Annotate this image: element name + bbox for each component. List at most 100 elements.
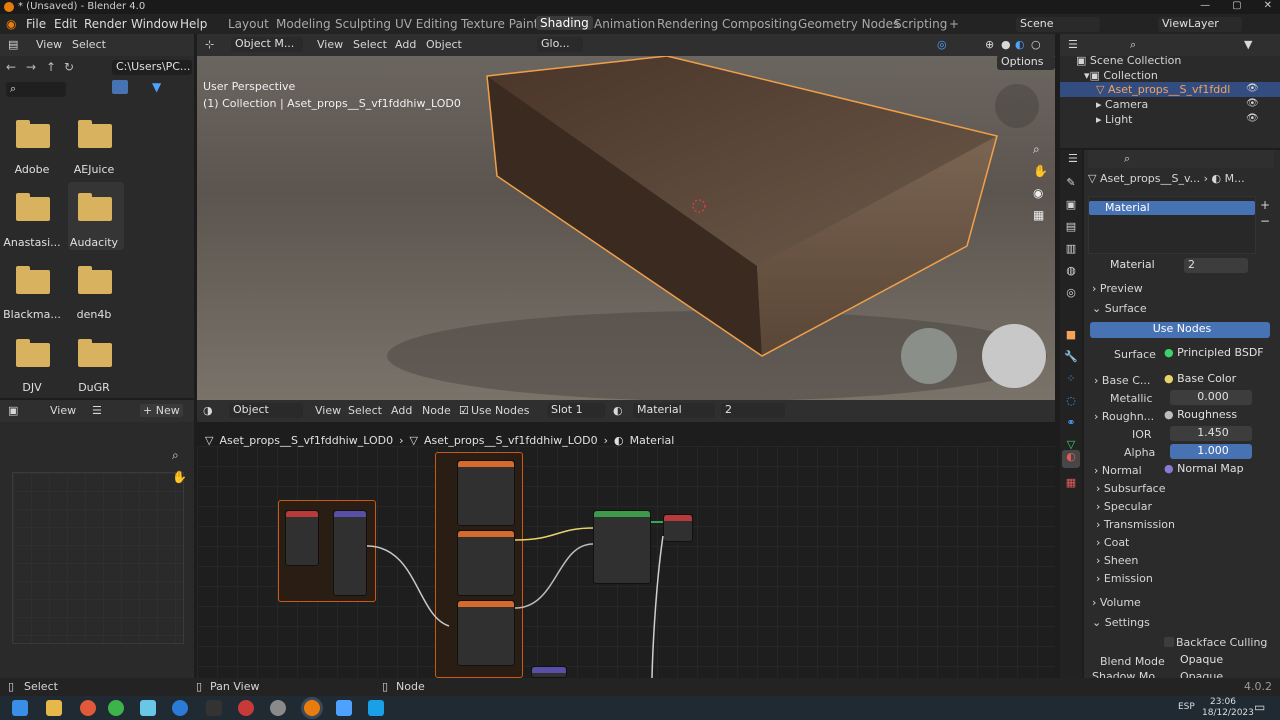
scene-tab-icon[interactable]: ◍ bbox=[1060, 264, 1082, 282]
forward-icon[interactable]: → bbox=[26, 60, 36, 74]
app-icon[interactable] bbox=[368, 700, 384, 716]
notification-icon[interactable]: ▭ bbox=[1254, 700, 1265, 714]
viewport-editor-type-icon[interactable]: ⊹ bbox=[205, 38, 214, 51]
overlay-icon[interactable]: ◎ bbox=[937, 38, 947, 51]
constraints-tab-icon[interactable]: ⚭ bbox=[1060, 416, 1082, 434]
windows-start-icon[interactable] bbox=[12, 700, 28, 716]
output-tab-icon[interactable]: ▤ bbox=[1060, 220, 1082, 238]
render-tab-icon[interactable]: ▣ bbox=[1060, 198, 1082, 216]
material-tab-icon[interactable]: ◐ bbox=[1062, 450, 1080, 468]
ne-menu-select[interactable]: Select bbox=[348, 404, 382, 417]
visibility-eye-icon[interactable]: 👁 bbox=[1246, 98, 1259, 109]
modifier-tab-icon[interactable]: 🔧 bbox=[1060, 350, 1082, 368]
grid-view-icon[interactable]: ▦ bbox=[1033, 208, 1044, 222]
vp-menu-add[interactable]: Add bbox=[395, 38, 416, 51]
parent-dir-icon[interactable]: ↑ bbox=[46, 60, 56, 74]
texture-tab-icon[interactable]: ▦ bbox=[1060, 476, 1082, 494]
mode-selector[interactable]: Object M... bbox=[231, 37, 303, 52]
language-indicator[interactable]: ESP bbox=[1178, 702, 1195, 712]
material-users-field[interactable]: 2 bbox=[1184, 258, 1248, 273]
pan-hand-icon[interactable]: ✋ bbox=[1033, 164, 1048, 178]
blend-mode-dropdown[interactable]: Opaque bbox=[1176, 653, 1270, 668]
section-surface[interactable]: ⌄ Surface bbox=[1092, 302, 1274, 320]
navigation-gizmo[interactable] bbox=[995, 84, 1039, 128]
surface-shader-field[interactable]: ● Principled BSDF bbox=[1160, 346, 1272, 361]
viewlayer-selector[interactable]: ViewLayer bbox=[1158, 17, 1242, 32]
menu-file[interactable]: File bbox=[26, 17, 46, 31]
folder-icon[interactable] bbox=[16, 193, 50, 221]
material-slot-list[interactable]: Material bbox=[1088, 196, 1256, 254]
ior-field[interactable]: 1.450 bbox=[1170, 426, 1252, 441]
world-tab-icon[interactable]: ◎ bbox=[1060, 286, 1082, 304]
visibility-eye-icon[interactable]: 👁 bbox=[1246, 113, 1259, 124]
section-volume[interactable]: › Volume bbox=[1092, 596, 1141, 609]
search-input[interactable]: ⌕ bbox=[6, 82, 66, 97]
filter-icon[interactable]: ▼ bbox=[152, 80, 161, 94]
folder-icon[interactable] bbox=[78, 193, 112, 221]
material-shading-icon[interactable]: ◐ bbox=[1015, 38, 1025, 51]
outliner-item-camera[interactable]: ▸ Camera bbox=[1096, 98, 1148, 111]
pan-hand-icon[interactable]: ✋ bbox=[172, 470, 187, 484]
app-icon[interactable] bbox=[336, 700, 352, 716]
folder-icon[interactable] bbox=[16, 120, 50, 148]
subsection-specular[interactable]: › Specular bbox=[1096, 500, 1152, 513]
camera-view-icon[interactable]: ◉ bbox=[1033, 186, 1043, 200]
node-editor-canvas[interactable]: ▽ Aset_props__S_vf1fddhiw_LOD0 › ▽ Aset_… bbox=[197, 434, 1055, 678]
wireframe-shading-icon[interactable]: ⊕ bbox=[985, 38, 994, 51]
folder-label[interactable]: Anastasi... bbox=[0, 236, 64, 249]
app-icon[interactable] bbox=[270, 700, 286, 716]
folder-label[interactable]: den4b bbox=[62, 308, 126, 321]
options-button[interactable]: Options bbox=[997, 56, 1055, 70]
3d-viewport[interactable]: User Perspective (1) Collection | Aset_p… bbox=[197, 56, 1055, 400]
zoom-icon[interactable]: ⌕ bbox=[1033, 142, 1040, 157]
transform-orientation[interactable]: Glo... bbox=[537, 37, 583, 52]
tab-texture-paint[interactable]: Texture Paint bbox=[461, 17, 538, 31]
folder-label[interactable]: DuGR bbox=[62, 381, 126, 394]
brave-browser-icon[interactable] bbox=[80, 700, 96, 716]
visibility-eye-icon[interactable]: 👁 bbox=[1246, 83, 1259, 94]
ne-menu-add[interactable]: Add bbox=[391, 404, 412, 417]
shadow-mode-dropdown[interactable]: Opaque bbox=[1180, 671, 1240, 678]
material-slot-item[interactable]: Material bbox=[1089, 201, 1255, 215]
subsection-coat[interactable]: › Coat bbox=[1096, 536, 1129, 549]
folder-icon[interactable] bbox=[78, 120, 112, 148]
new-image-button[interactable]: + New bbox=[140, 404, 183, 417]
vp-menu-object[interactable]: Object bbox=[426, 38, 462, 51]
roughness-field[interactable]: ● Roughness bbox=[1160, 408, 1252, 423]
folder-icon[interactable] bbox=[16, 266, 50, 294]
add-workspace-button[interactable]: + bbox=[949, 17, 959, 31]
search-icon[interactable]: ⌕ bbox=[1124, 152, 1130, 166]
ne-menu-view[interactable]: View bbox=[315, 404, 341, 417]
tab-rendering[interactable]: Rendering bbox=[657, 17, 718, 31]
tab-layout[interactable]: Layout bbox=[228, 17, 269, 31]
clock-date[interactable]: 18/12/2023 bbox=[1202, 708, 1254, 718]
tab-scripting[interactable]: Scripting bbox=[894, 17, 947, 31]
tab-modeling[interactable]: Modeling bbox=[276, 17, 331, 31]
node-editor-type-icon[interactable]: ◑ bbox=[203, 404, 213, 417]
metallic-field[interactable]: 0.000 bbox=[1170, 390, 1252, 405]
normal-field[interactable]: ● Normal Map bbox=[1160, 462, 1252, 477]
subsection-transmission[interactable]: › Transmission bbox=[1096, 518, 1175, 531]
tab-animation[interactable]: Animation bbox=[594, 17, 655, 31]
menu-render[interactable]: Render bbox=[84, 17, 127, 31]
folder-label[interactable]: AEJuice bbox=[62, 163, 126, 176]
vp-menu-view[interactable]: View bbox=[317, 38, 343, 51]
ie-menu-view[interactable]: View bbox=[50, 404, 76, 417]
folder-icon[interactable] bbox=[78, 339, 112, 367]
chrome-icon[interactable] bbox=[108, 700, 124, 716]
ne-menu-node[interactable]: Node bbox=[422, 404, 451, 417]
tab-sculpting[interactable]: Sculpting bbox=[335, 17, 391, 31]
rendered-shading-icon[interactable]: ○ bbox=[1031, 38, 1041, 51]
menu-help[interactable]: Help bbox=[180, 17, 207, 31]
outliner-item-asset[interactable]: ▽ Aset_props__S_vf1fddl bbox=[1096, 83, 1230, 96]
subsection-emission[interactable]: › Emission bbox=[1096, 572, 1153, 585]
menu-edit[interactable]: Edit bbox=[54, 17, 77, 31]
outliner-item-collection[interactable]: ▾▣ Collection bbox=[1084, 69, 1158, 82]
editor-type-icon[interactable]: ▤ bbox=[8, 38, 18, 51]
refresh-icon[interactable]: ↻ bbox=[64, 60, 74, 74]
alpha-field[interactable]: 1.000 bbox=[1170, 444, 1252, 459]
folder-label[interactable]: Audacity bbox=[62, 236, 126, 249]
hamburger-icon[interactable]: ☰ bbox=[92, 404, 102, 417]
backface-culling-checkbox[interactable] bbox=[1164, 637, 1174, 647]
base-color-field[interactable]: ● Base Color bbox=[1160, 372, 1252, 387]
